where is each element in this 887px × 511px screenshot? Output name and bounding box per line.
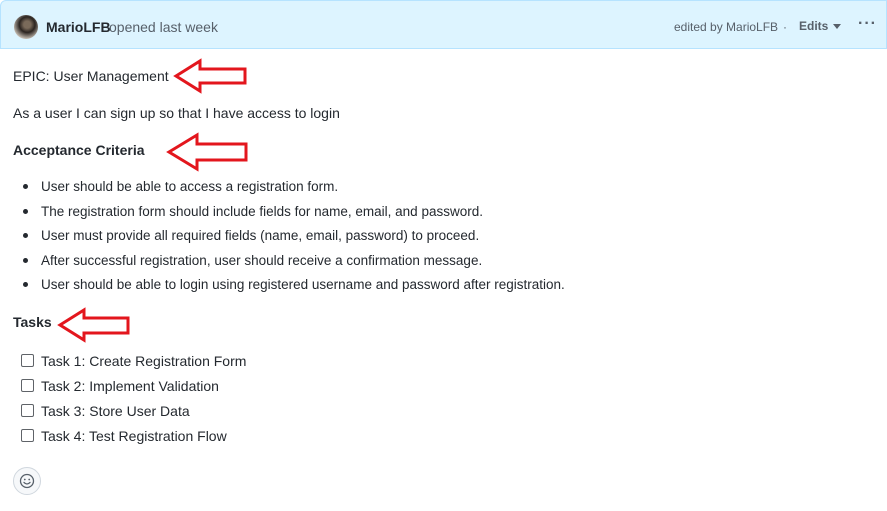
list-item: After successful registration, user shou… [13,250,633,275]
task-item: Task 4: Test Registration Flow [21,423,246,448]
epic-title: EPIC: User Management [13,68,169,84]
acceptance-criteria-list: User should be able to access a registra… [13,176,633,299]
user-story-text: As a user I can sign up so that I have a… [13,105,340,121]
avatar[interactable] [14,15,38,39]
opened-timestamp[interactable]: opened last week [109,19,218,35]
task-checkbox[interactable] [21,429,34,442]
more-options-icon[interactable]: ··· [858,15,877,33]
red-arrow-icon [166,132,248,172]
tasks-heading: Tasks [13,314,52,330]
edited-by-text: edited by MarioLFB [674,20,779,34]
list-item: User should be able to login using regis… [13,274,633,299]
list-item: The registration form should include fie… [13,201,633,226]
chevron-down-icon [833,24,842,29]
acceptance-criteria-heading: Acceptance Criteria [13,142,145,158]
add-reaction-button[interactable] [13,467,41,495]
red-arrow-icon [173,58,247,94]
task-item: Task 1: Create Registration Form [21,348,246,373]
task-list: Task 1: Create Registration Form Task 2:… [21,348,246,448]
list-item: User must provide all required fields (n… [13,225,633,250]
comment-header: MarioLFB opened last week edited by Mari… [0,0,887,49]
list-item: User should be able to access a registra… [13,176,633,201]
smiley-icon [19,473,35,489]
task-item: Task 3: Store User Data [21,398,246,423]
task-label: Task 3: Store User Data [41,402,190,419]
red-arrow-icon [57,307,130,343]
task-checkbox[interactable] [21,404,34,417]
task-label: Task 4: Test Registration Flow [41,427,227,444]
task-label: Task 2: Implement Validation [41,377,219,394]
task-checkbox[interactable] [21,379,34,392]
edits-label: Edits [799,19,829,33]
edits-dropdown-button[interactable]: Edits [799,19,842,33]
author-link[interactable]: MarioLFB [46,19,111,35]
task-label: Task 1: Create Registration Form [41,352,247,369]
task-checkbox[interactable] [21,354,34,367]
task-item: Task 2: Implement Validation [21,373,246,398]
separator: · [783,20,787,34]
